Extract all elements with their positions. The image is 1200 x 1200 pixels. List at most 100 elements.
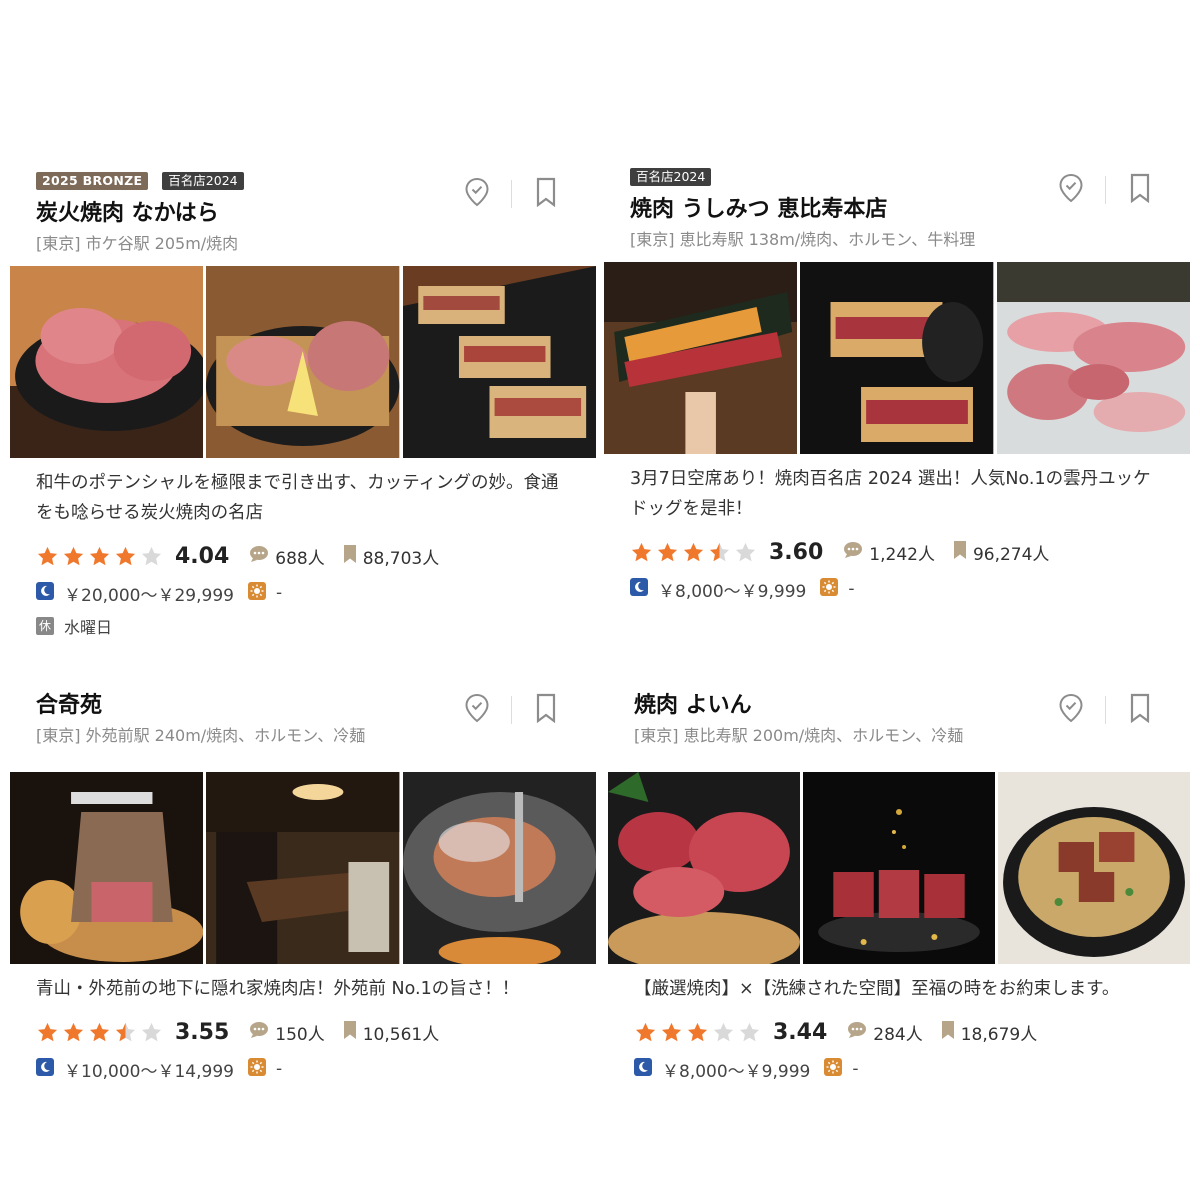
bookmark-button[interactable] — [1126, 693, 1154, 727]
divider — [1105, 696, 1106, 724]
star-icon — [713, 1022, 734, 1041]
bookmark-small-icon — [343, 544, 363, 569]
rating-score: 4.04 — [175, 543, 230, 569]
rating-score: 3.60 — [769, 539, 824, 565]
sliced-wagyu-plate-photo[interactable] — [10, 266, 204, 458]
star-icon — [141, 1022, 162, 1041]
beef-tongue-with-lemon-photo[interactable] — [206, 266, 400, 458]
rest-day-icon: 休 — [36, 617, 54, 635]
restaurant-description: 青山・外苑前の地下に隠れ家焼肉店！外苑前 No.1の旨さ！！ — [36, 979, 520, 999]
grilling-meat-photo[interactable] — [402, 772, 596, 964]
rating-row: 3.60 1,242人 96,274人 — [604, 532, 1190, 572]
review-count[interactable]: 1,242人 — [843, 540, 935, 565]
map-pin-check-icon — [464, 693, 490, 727]
wagyu-katsu-sando-photo[interactable] — [800, 262, 994, 454]
save-count: 96,274人 — [953, 540, 1049, 565]
star-icon — [657, 542, 678, 561]
wagyu-platter-photo[interactable] — [996, 262, 1190, 454]
review-count-value: 688人 — [275, 548, 325, 569]
star-icon — [37, 546, 58, 565]
star-icon — [89, 1022, 110, 1041]
dinner-price: ￥8,000～￥9,999 — [662, 1061, 811, 1082]
lunch-price: - — [275, 583, 283, 603]
card-actions — [463, 177, 560, 211]
star-rating — [630, 541, 757, 564]
restaurant-card[interactable]: 焼肉 よいん [東京] 恵比寿駅 200m/焼肉、ホルモン、冷麺 【厳選焼肉】×… — [608, 690, 1190, 1086]
save-to-visited-button[interactable] — [1057, 693, 1085, 727]
bookmark-small-icon — [953, 540, 973, 565]
card-actions — [463, 693, 560, 727]
bookmark-icon — [1129, 173, 1151, 207]
save-count-value: 96,274人 — [972, 544, 1050, 565]
photo-strip — [10, 266, 596, 458]
save-to-visited-button[interactable] — [463, 177, 491, 211]
moon-icon — [634, 1057, 652, 1081]
star-icon — [687, 1022, 708, 1041]
star-icon — [115, 546, 136, 565]
save-count: 88,703人 — [343, 544, 439, 569]
save-to-visited-button[interactable] — [463, 693, 491, 727]
sun-icon — [247, 1057, 266, 1081]
divider — [1105, 176, 1106, 204]
restaurant-card[interactable]: 百名店2024 焼肉 うしみつ 恵比寿本店 [東京] 恵比寿駅 138m/焼肉、… — [604, 166, 1190, 606]
save-count-value: 18,679人 — [960, 1024, 1038, 1045]
rating-score: 3.55 — [175, 1019, 230, 1045]
beef-rice-pot-photo[interactable] — [998, 772, 1190, 964]
map-pin-check-icon — [1058, 173, 1084, 207]
map-pin-check-icon — [464, 177, 490, 211]
speech-bubble-icon — [249, 1021, 275, 1044]
shaved-meat-roll-photo[interactable] — [10, 772, 204, 964]
bookmark-icon — [535, 177, 557, 211]
speech-bubble-icon — [249, 545, 275, 568]
lunch-price: - — [848, 579, 855, 599]
moon-icon — [630, 577, 648, 601]
restaurant-location: [東京] 市ケ谷駅 205m/焼肉 — [36, 234, 239, 253]
star-icon — [63, 1022, 84, 1041]
star-icon — [683, 542, 704, 561]
dinner-price: ￥8,000～￥9,999 — [658, 581, 807, 602]
bookmark-icon — [535, 693, 557, 727]
rating-score: 3.44 — [773, 1019, 828, 1045]
review-count[interactable]: 284人 — [847, 1020, 923, 1045]
restaurant-description: 3月7日空席あり！焼肉百名店 2024 選出！人気No.1の雲丹ユッケドッグを是… — [630, 469, 1151, 519]
bronze-award-badge: 2025 BRONZE — [36, 172, 149, 190]
price-row: ￥8,000～￥9,999 - — [604, 572, 1190, 606]
save-count-value: 88,703人 — [362, 548, 440, 569]
speech-bubble-icon — [847, 1021, 873, 1044]
private-dining-room-photo[interactable] — [206, 772, 400, 964]
bookmark-button[interactable] — [1126, 173, 1154, 207]
review-count[interactable]: 150人 — [249, 1020, 325, 1045]
lunch-price: - — [275, 1059, 283, 1079]
star-icon — [89, 546, 110, 565]
review-count[interactable]: 688人 — [249, 544, 325, 569]
premium-beef-cuts-photo[interactable] — [608, 772, 800, 964]
restaurant-location: [東京] 外苑前駅 240m/焼肉、ホルモン、冷麺 — [36, 726, 366, 745]
rating-row: 3.44 284人 18,679人 — [608, 1012, 1190, 1052]
restaurant-location: [東京] 恵比寿駅 138m/焼肉、ホルモン、牛料理 — [630, 230, 976, 249]
rating-row: 3.55 150人 10,561人 — [10, 1012, 596, 1052]
save-count: 10,561人 — [343, 1020, 439, 1045]
save-to-visited-button[interactable] — [1057, 173, 1085, 207]
save-count: 18,679人 — [941, 1020, 1037, 1045]
restaurant-card[interactable]: 合奇苑 [東京] 外苑前駅 240m/焼肉、ホルモン、冷麺 青山・外苑前の地下に… — [10, 690, 596, 1086]
gold-leaf-beef-photo[interactable] — [803, 772, 995, 964]
price-row: ￥8,000～￥9,999 - — [608, 1052, 1190, 1086]
photo-strip — [10, 772, 596, 964]
photo-strip — [604, 262, 1190, 454]
uni-yukke-dog-photo[interactable] — [604, 262, 798, 454]
moon-icon — [36, 581, 54, 605]
star-icon — [735, 542, 756, 561]
moon-icon — [36, 1057, 54, 1081]
holiday-value: 水曜日 — [64, 618, 113, 637]
restaurant-card[interactable]: 2025 BRONZE 百名店2024 炭火焼肉 なかはら [東京] 市ケ谷駅 … — [10, 170, 596, 642]
star-icon — [739, 1022, 760, 1041]
beef-katsu-sando-photo[interactable] — [402, 266, 596, 458]
star-icon — [63, 546, 84, 565]
bookmark-button[interactable] — [532, 177, 560, 211]
star-icon — [635, 1022, 656, 1041]
bookmark-button[interactable] — [532, 693, 560, 727]
sun-icon — [820, 577, 839, 601]
bookmark-icon — [1129, 693, 1151, 727]
star-icon — [709, 542, 730, 561]
map-pin-check-icon — [1058, 693, 1084, 727]
